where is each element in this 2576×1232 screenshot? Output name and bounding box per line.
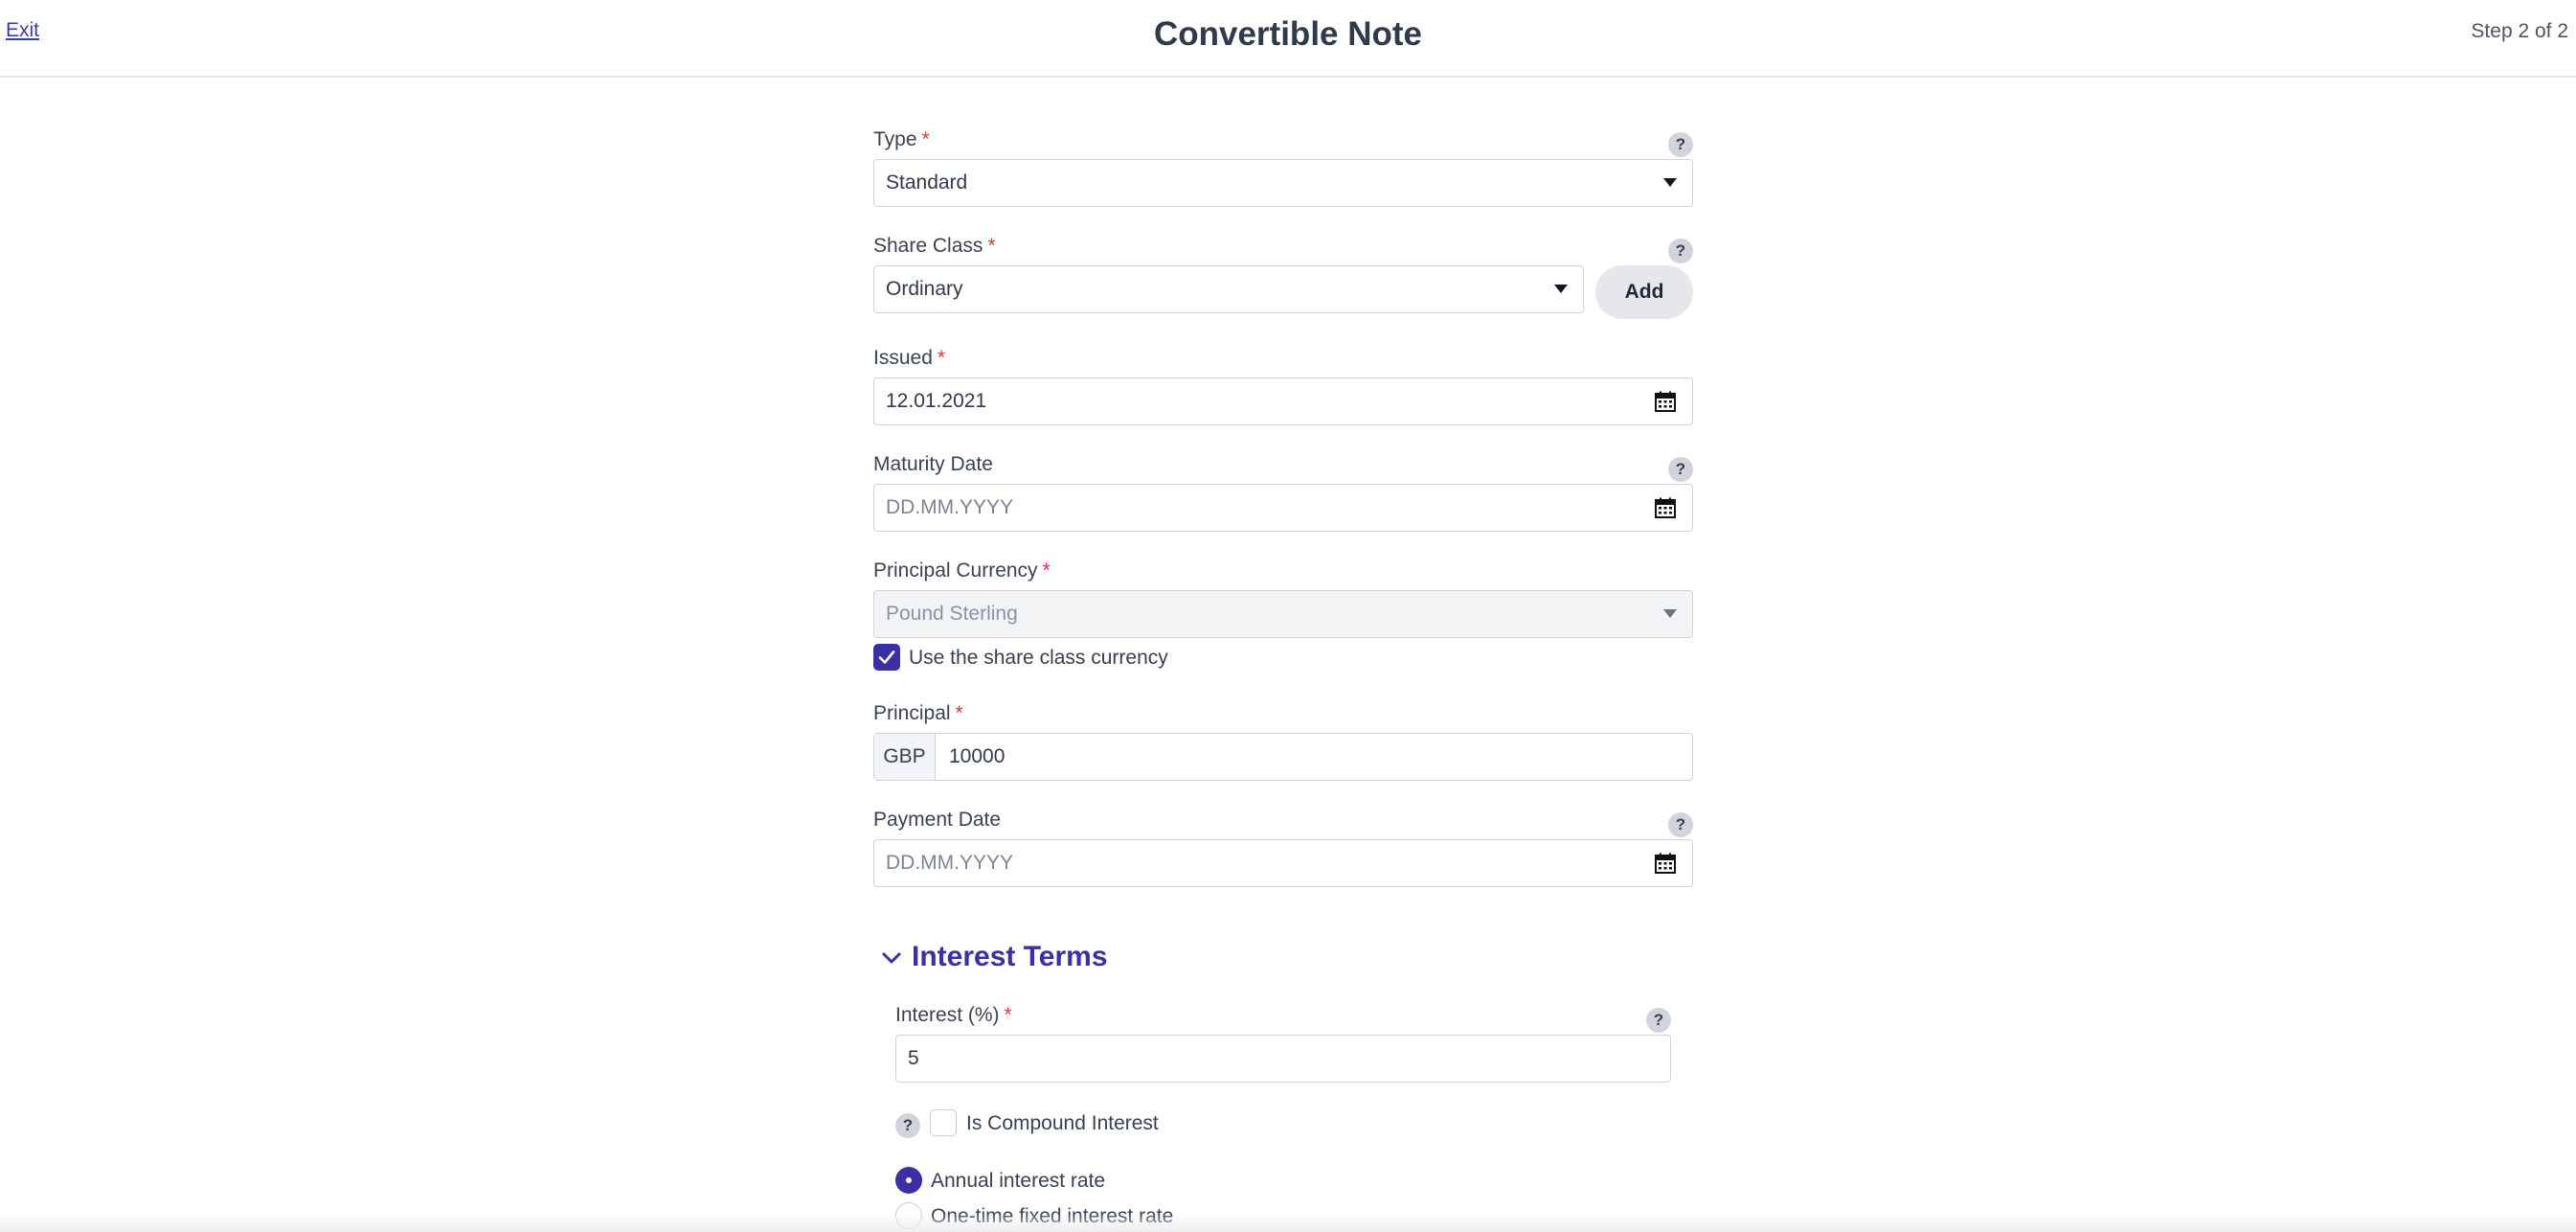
compound-interest-label[interactable]: Is Compound Interest bbox=[966, 1112, 1159, 1135]
page-title: Convertible Note bbox=[1153, 15, 1423, 53]
interest-field: Interest (%) * ? 5 bbox=[895, 1000, 1671, 1083]
help-icon[interactable]: ? bbox=[895, 1113, 920, 1138]
interest-value: 5 bbox=[908, 1047, 919, 1069]
principal-currency-value: Pound Sterling bbox=[886, 603, 1018, 625]
help-icon[interactable]: ? bbox=[1668, 239, 1693, 263]
top-bar: Exit Convertible Note Step 2 of 2 bbox=[0, 0, 2576, 78]
step-indicator: Step 2 of 2 bbox=[2471, 20, 2568, 42]
maturity-date-label: Maturity Date bbox=[873, 453, 993, 475]
share-class-select-value: Ordinary bbox=[886, 278, 963, 300]
issued-field: Issued * 12.01.2021 bbox=[873, 343, 1693, 425]
payment-date-label: Payment Date bbox=[873, 809, 1002, 831]
chevron-down-icon bbox=[882, 952, 901, 964]
principal-currency-select: Pound Sterling bbox=[873, 590, 1693, 638]
principal-field: Principal * GBP 10000 bbox=[873, 698, 1693, 781]
interest-label: Interest (%) * bbox=[895, 1004, 1012, 1026]
help-icon[interactable]: ? bbox=[1668, 812, 1693, 837]
share-class-field: Share Class * ? Ordinary Add bbox=[873, 231, 1693, 323]
calendar-icon[interactable] bbox=[1654, 852, 1677, 875]
interest-input[interactable]: 5 bbox=[895, 1035, 1671, 1083]
type-label: Type * bbox=[873, 128, 930, 150]
annual-interest-rate-radio[interactable] bbox=[895, 1167, 922, 1194]
help-icon[interactable]: ? bbox=[1668, 457, 1693, 482]
use-share-class-currency-label[interactable]: Use the share class currency bbox=[909, 647, 1168, 670]
caret-down-icon bbox=[1554, 285, 1568, 293]
maturity-date-field: Maturity Date ? DD.MM.YYYY bbox=[873, 449, 1693, 532]
issued-date-value: 12.01.2021 bbox=[886, 390, 987, 412]
calendar-icon[interactable] bbox=[1654, 496, 1677, 519]
add-share-class-button[interactable]: Add bbox=[1595, 265, 1693, 319]
caret-down-icon bbox=[1663, 178, 1677, 187]
help-icon[interactable]: ? bbox=[1646, 1008, 1671, 1033]
principal-label: Principal * bbox=[873, 702, 963, 724]
interest-terms-toggle[interactable]: Interest Terms bbox=[881, 941, 1108, 973]
maturity-date-input[interactable]: DD.MM.YYYY bbox=[873, 484, 1693, 532]
issued-date-input[interactable]: 12.01.2021 bbox=[873, 377, 1693, 425]
compound-interest-checkbox[interactable] bbox=[930, 1109, 957, 1136]
interest-terms-heading: Interest Terms bbox=[912, 941, 1108, 972]
annual-interest-rate-label[interactable]: Annual interest rate bbox=[931, 1170, 1105, 1193]
principal-input[interactable]: GBP 10000 bbox=[873, 733, 1693, 781]
help-icon[interactable]: ? bbox=[1668, 132, 1693, 157]
principal-currency-field: Principal Currency * Pound Sterling Use t… bbox=[873, 556, 1693, 674]
principal-currency-label: Principal Currency * bbox=[873, 559, 1051, 582]
share-class-label: Share Class * bbox=[873, 235, 996, 257]
caret-down-icon bbox=[1663, 609, 1677, 618]
payment-date-input[interactable]: DD.MM.YYYY bbox=[873, 839, 1693, 887]
calendar-icon[interactable] bbox=[1654, 390, 1677, 413]
use-share-class-currency-row: Use the share class currency bbox=[873, 642, 1693, 674]
type-field: Type * ? Standard bbox=[873, 125, 1693, 207]
issued-label: Issued * bbox=[873, 347, 946, 369]
principal-value: 10000 bbox=[949, 745, 1006, 767]
type-select-value: Standard bbox=[886, 171, 968, 194]
use-share-class-currency-checkbox[interactable] bbox=[873, 644, 900, 671]
maturity-date-placeholder: DD.MM.YYYY bbox=[886, 496, 1014, 518]
currency-prefix: GBP bbox=[874, 734, 936, 780]
share-class-select[interactable]: Ordinary bbox=[873, 265, 1584, 313]
payment-date-field: Payment Date ? DD.MM.YYYY bbox=[873, 805, 1693, 887]
type-select[interactable]: Standard bbox=[873, 159, 1693, 207]
checkmark-icon bbox=[878, 650, 895, 664]
payment-date-placeholder: DD.MM.YYYY bbox=[886, 852, 1014, 874]
bottom-fade bbox=[0, 1213, 2576, 1232]
